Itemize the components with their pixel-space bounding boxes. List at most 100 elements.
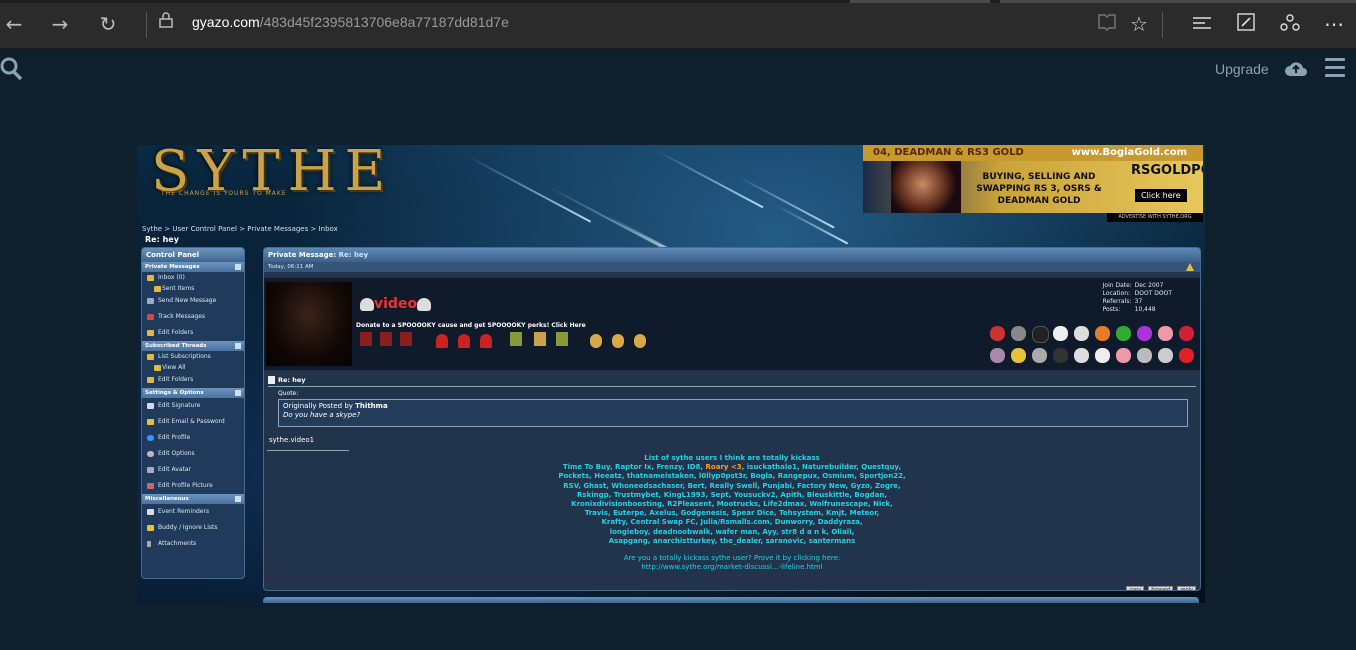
ad-brand: RSGOLDPOT xyxy=(1131,163,1203,178)
sidebar-item-event-reminders[interactable]: Event Reminders xyxy=(142,504,244,520)
sidebar-item-edit-signature[interactable]: Edit Signature xyxy=(142,398,244,414)
collapse-icon[interactable] xyxy=(235,390,241,396)
user-avatar[interactable] xyxy=(266,282,352,366)
sidebar-item-edit-profile-picture[interactable]: Edit Profile Picture xyxy=(142,478,244,494)
cloud-upload-icon[interactable] xyxy=(1284,58,1308,78)
forward-arrow-icon[interactable]: → xyxy=(48,12,72,36)
post-title: Re: hey xyxy=(268,376,306,384)
award-icon xyxy=(380,332,392,346)
sidebar-item-track-messages[interactable]: Track Messages xyxy=(142,309,244,325)
advertise-link[interactable]: ADVERTISE WITH SYTHE.ORG xyxy=(1107,213,1203,222)
award-icon xyxy=(634,334,646,348)
sidebar-item-buddy-ignore-lists[interactable]: Buddy / Ignore Lists xyxy=(142,520,244,536)
upgrade-link[interactable]: Upgrade xyxy=(1215,61,1269,77)
paperclip-icon xyxy=(147,541,151,547)
logo-tagline: THE CHANGE IS YOURS TO MAKE xyxy=(161,190,287,197)
folder-icon xyxy=(154,286,161,292)
skull-icon xyxy=(417,297,432,311)
sidebar-item-edit-profile[interactable]: Edit Profile xyxy=(142,430,244,446)
reply-button[interactable]: reply xyxy=(1177,586,1196,590)
folder-icon xyxy=(154,365,161,371)
award-icon xyxy=(556,332,568,346)
signature-link[interactable]: http://www.sythe.org/market-discussi...-… xyxy=(504,563,960,572)
browser-toolbar: ← → ↻ gyazo.com/483d45f2395813706e8a7718… xyxy=(0,0,1356,49)
more-icon[interactable]: ⋯ xyxy=(1322,12,1346,36)
sidebar-item-list-subscriptions[interactable]: List Subscriptions xyxy=(142,351,244,363)
sidebar-item-inbox[interactable]: Inbox (0) xyxy=(142,272,244,284)
back-arrow-icon[interactable]: ← xyxy=(2,12,26,36)
signature: List of sythe users I think are totally … xyxy=(504,454,960,572)
collapse-icon[interactable] xyxy=(235,496,241,502)
sidebar-item-edit-options[interactable]: Edit Options xyxy=(142,446,244,462)
user-stats: Join Date: Dec 2007 Location: DOOT DOOT Re… xyxy=(1102,282,1172,313)
refresh-icon[interactable]: ↻ xyxy=(96,12,120,36)
info-icon xyxy=(147,435,154,441)
sidebar-item-view-all[interactable]: View All xyxy=(142,363,244,372)
report-warning-icon[interactable] xyxy=(1186,263,1194,271)
hamburger-menu-icon[interactable] xyxy=(1325,58,1345,80)
message-actions: copy forward reply xyxy=(1122,576,1196,590)
signature-icon xyxy=(147,403,154,409)
control-panel-title: Control Panel xyxy=(142,248,244,262)
breadcrumb[interactable]: Sythe > User Control Panel > Private Mes… xyxy=(142,225,338,233)
hub-icon[interactable] xyxy=(1190,12,1214,36)
folder-icon xyxy=(147,275,154,281)
reading-view-icon[interactable] xyxy=(1095,12,1119,36)
section-miscellaneous[interactable]: Miscellaneous xyxy=(142,494,244,504)
signature-prompt: Are you a totally kickass sythe user? Pr… xyxy=(623,554,841,563)
award-icon xyxy=(590,334,602,348)
picture-icon xyxy=(147,483,154,489)
section-settings-options[interactable]: Settings & Options xyxy=(142,388,244,398)
user-emblems xyxy=(990,322,1194,368)
award-icon xyxy=(436,334,448,348)
sidebar-item-edit-folders[interactable]: Edit Folders xyxy=(142,325,244,341)
ad-headline: BUYING, SELLING AND SWAPPING RS 3, OSRS … xyxy=(976,172,1102,206)
quote-label: Quote: xyxy=(278,390,299,397)
award-icon xyxy=(360,332,372,346)
address-bar[interactable]: gyazo.com/483d45f2395813706e8a77187dd81d… xyxy=(192,14,509,30)
calendar-icon xyxy=(147,509,154,515)
key-icon xyxy=(147,419,154,425)
section-subscribed-threads[interactable]: Subscribed Threads xyxy=(142,341,244,351)
search-icon[interactable] xyxy=(0,56,24,82)
quote-block: Originally Posted by Thithma Do you have… xyxy=(278,399,1188,427)
advertisement-banner[interactable]: 04, DEADMAN & RS3 GOLD www.BogiaGold.com … xyxy=(863,145,1203,213)
web-note-icon[interactable] xyxy=(1234,12,1258,36)
favorite-star-icon[interactable]: ☆ xyxy=(1127,12,1151,36)
username[interactable]: video xyxy=(360,296,432,312)
folder-icon xyxy=(147,377,154,383)
sidebar-item-send-new-message[interactable]: Send New Message xyxy=(142,293,244,309)
section-private-messages[interactable]: Private Messages xyxy=(142,262,244,272)
sidebar-item-attachments[interactable]: Attachments xyxy=(142,536,244,552)
ad-click-button[interactable]: Click here xyxy=(1135,189,1187,202)
sidebar-item-edit-folders-2[interactable]: Edit Folders xyxy=(142,372,244,388)
message-date: Today, 06:11 AM xyxy=(264,262,1200,272)
folder-icon xyxy=(147,330,154,336)
breadcrumb-current: Re: hey xyxy=(145,235,179,244)
url-host: gyazo.com xyxy=(192,14,260,30)
sidebar-item-edit-email-password[interactable]: Edit Email & Password xyxy=(142,414,244,430)
forward-button[interactable]: forward xyxy=(1148,586,1174,590)
gear-icon xyxy=(147,451,154,457)
url-path: /483d45f2395813706e8a77187dd81d7e xyxy=(259,14,509,30)
avatar-icon xyxy=(147,467,154,473)
award-icon xyxy=(612,334,624,348)
share-icon[interactable] xyxy=(1278,12,1302,36)
collapse-icon[interactable] xyxy=(235,264,241,270)
post-body: Re: hey Quote: Originally Posted by Thit… xyxy=(264,372,1200,590)
donate-link[interactable]: Donate to a SPOOOOKY cause and get SPOOO… xyxy=(356,322,586,329)
panel-title: Private Message: Re: hey xyxy=(264,248,1200,262)
flag-icon xyxy=(147,314,154,320)
sidebar-item-sent-items[interactable]: Sent Items xyxy=(142,284,244,293)
next-panel-header xyxy=(263,597,1199,603)
folder-icon xyxy=(147,354,154,360)
buddy-icon xyxy=(147,525,154,531)
ad-top-left: 04, DEADMAN & RS3 GOLD xyxy=(873,147,1024,158)
award-icon xyxy=(458,334,470,348)
award-icon xyxy=(480,334,492,348)
copy-button[interactable]: copy xyxy=(1126,586,1145,590)
reply-text: sythe.video1 xyxy=(269,436,315,444)
award-icon xyxy=(400,332,412,346)
collapse-icon[interactable] xyxy=(235,343,241,349)
sidebar-item-edit-avatar[interactable]: Edit Avatar xyxy=(142,462,244,478)
